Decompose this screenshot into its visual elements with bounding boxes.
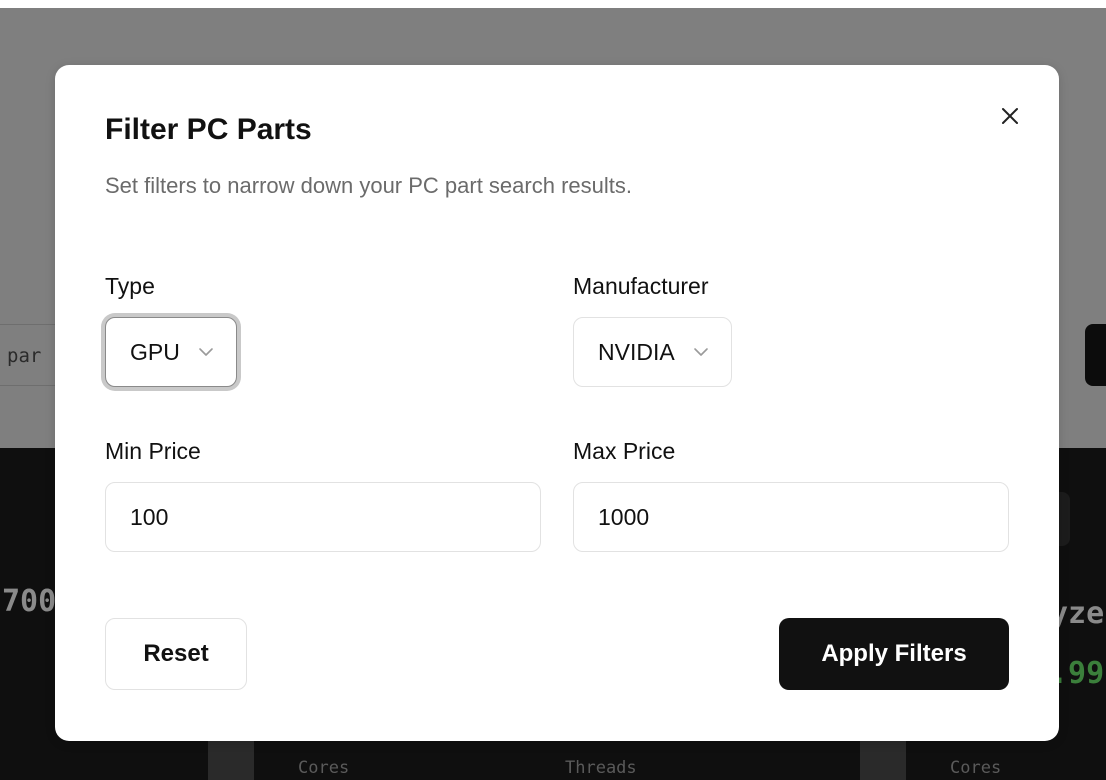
close-button[interactable] <box>995 101 1025 131</box>
background-search-button <box>1085 324 1106 386</box>
background-top-strip <box>0 0 1106 8</box>
max-price-label: Max Price <box>573 438 676 464</box>
page: par 700 yze .99 Cores Threads Cores Filt… <box>0 0 1106 780</box>
background-stat-label: Cores <box>950 758 1002 778</box>
reset-button[interactable]: Reset <box>105 618 247 690</box>
background-search-text: par <box>7 345 42 367</box>
background-stat-label: Cores <box>298 758 350 778</box>
close-icon <box>1002 108 1018 124</box>
type-select[interactable]: GPU <box>105 317 237 387</box>
chevron-down-icon <box>693 347 709 357</box>
background-stat-divider-left <box>208 740 254 780</box>
background-stat-divider-right <box>860 740 906 780</box>
filter-dialog: Filter PC Parts Set filters to narrow do… <box>55 65 1059 741</box>
chevron-down-icon <box>198 347 214 357</box>
manufacturer-select-value: NVIDIA <box>598 338 675 365</box>
type-select-value: GPU <box>130 338 180 365</box>
apply-filters-button[interactable]: Apply Filters <box>779 618 1009 690</box>
min-price-label: Min Price <box>105 438 201 464</box>
background-stat-label: Threads <box>565 758 637 778</box>
manufacturer-label: Manufacturer <box>573 273 709 299</box>
min-price-input[interactable] <box>105 482 541 552</box>
manufacturer-select[interactable]: NVIDIA <box>573 317 732 387</box>
type-label: Type <box>105 273 155 299</box>
dialog-title: Filter PC Parts <box>105 113 312 146</box>
max-price-input[interactable] <box>573 482 1009 552</box>
dialog-description: Set filters to narrow down your PC part … <box>105 173 632 198</box>
background-card-title-left: 700 <box>2 584 57 619</box>
